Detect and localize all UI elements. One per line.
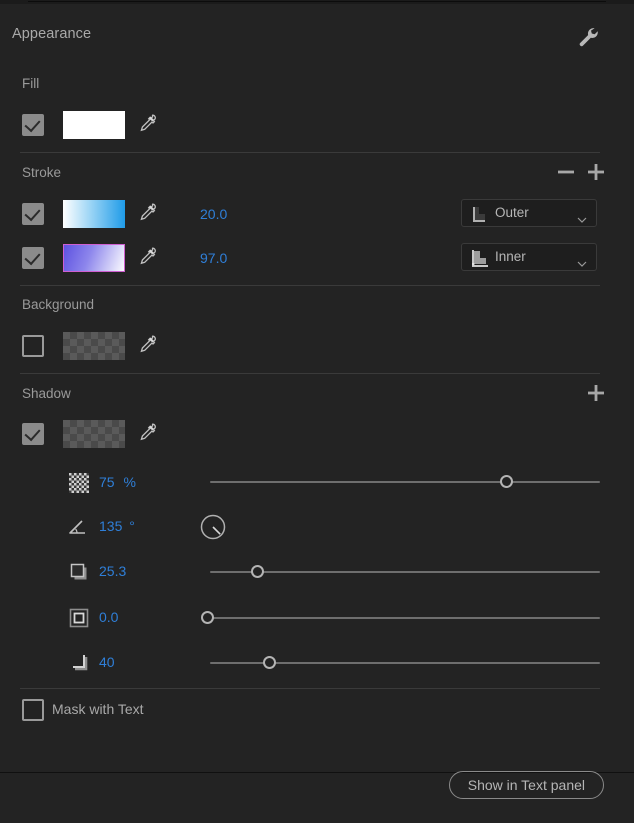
shadow-opacity-value[interactable]: 75 %	[99, 474, 136, 490]
fill-divider	[20, 152, 600, 153]
shadow-opacity-unit: %	[123, 474, 136, 490]
background-enabled-checkbox[interactable]	[22, 335, 44, 357]
shadow-color-swatch[interactable]	[63, 420, 125, 448]
page-title: Appearance	[12, 26, 92, 42]
chevron-down-icon	[577, 254, 587, 267]
shadow-angle-number: 135	[99, 518, 123, 534]
appearance-panel: Appearance Fill Stroke 20.0 Outer 97.0 I…	[0, 0, 634, 823]
stroke-outer-icon	[469, 204, 489, 224]
shadow-enabled-checkbox[interactable]	[22, 423, 44, 445]
spread-icon	[69, 653, 89, 673]
shadow-section-label: Shadow	[22, 386, 71, 401]
shadow-blur-slider-knob[interactable]	[201, 611, 214, 624]
angle-icon	[68, 517, 88, 537]
shadow-divider	[20, 688, 600, 689]
stroke-remove-button[interactable]	[556, 162, 576, 182]
shadow-opacity-slider-track[interactable]	[210, 481, 600, 483]
fill-enabled-checkbox[interactable]	[22, 114, 44, 136]
stroke-2-eyedropper-icon[interactable]	[134, 245, 158, 271]
shadow-opacity-number: 75	[99, 474, 115, 490]
stroke-1-position-label: Outer	[495, 205, 529, 220]
distance-icon	[69, 562, 89, 582]
stroke-2-enabled-checkbox[interactable]	[22, 247, 44, 269]
shadow-distance-value[interactable]: 25.3	[99, 563, 126, 579]
shadow-spread-slider-knob[interactable]	[263, 656, 276, 669]
stroke-1-width-value[interactable]: 20.0	[200, 206, 227, 222]
stroke-2-color-swatch[interactable]	[63, 244, 125, 272]
shadow-blur-slider-track[interactable]	[210, 617, 600, 619]
blur-icon	[69, 608, 89, 628]
shadow-angle-dial[interactable]	[199, 513, 227, 541]
background-eyedropper-icon[interactable]	[134, 333, 158, 359]
stroke-1-enabled-checkbox[interactable]	[22, 203, 44, 225]
panel-top-divider	[0, 0, 634, 4]
opacity-checker-icon	[69, 473, 89, 493]
stroke-2-position-select[interactable]: Inner	[461, 243, 597, 271]
shadow-opacity-slider-knob[interactable]	[500, 475, 513, 488]
stroke-1-color-swatch[interactable]	[63, 200, 125, 228]
chevron-down-icon	[577, 210, 587, 223]
shadow-distance-slider-knob[interactable]	[251, 565, 264, 578]
stroke-divider	[20, 285, 600, 286]
shadow-angle-value[interactable]: 135 °	[99, 518, 135, 534]
shadow-blur-value[interactable]: 0.0	[99, 609, 118, 625]
stroke-inner-icon	[469, 248, 489, 268]
background-section-label: Background	[22, 297, 95, 312]
stroke-2-width-value[interactable]: 97.0	[200, 250, 227, 266]
mask-with-text-label: Mask with Text	[52, 701, 144, 717]
shadow-eyedropper-icon[interactable]	[134, 421, 158, 447]
stroke-1-eyedropper-icon[interactable]	[134, 201, 158, 227]
fill-section-label: Fill	[22, 76, 40, 91]
stroke-add-button[interactable]	[586, 162, 606, 182]
fill-eyedropper-icon[interactable]	[134, 112, 158, 138]
shadow-angle-unit: °	[129, 518, 135, 534]
background-divider	[20, 373, 600, 374]
shadow-add-button[interactable]	[586, 383, 606, 403]
show-in-text-panel-button[interactable]: Show in Text panel	[448, 771, 604, 799]
background-color-swatch[interactable]	[63, 332, 125, 360]
shadow-distance-slider-track[interactable]	[210, 571, 600, 573]
wrench-icon[interactable]	[575, 24, 601, 50]
stroke-2-position-label: Inner	[495, 249, 526, 264]
mask-with-text-checkbox[interactable]	[22, 699, 44, 721]
panel-header: Appearance	[0, 22, 634, 54]
stroke-1-position-select[interactable]: Outer	[461, 199, 597, 227]
fill-color-swatch[interactable]	[63, 111, 125, 139]
stroke-section-label: Stroke	[22, 165, 62, 180]
shadow-spread-value[interactable]: 40	[99, 654, 115, 670]
